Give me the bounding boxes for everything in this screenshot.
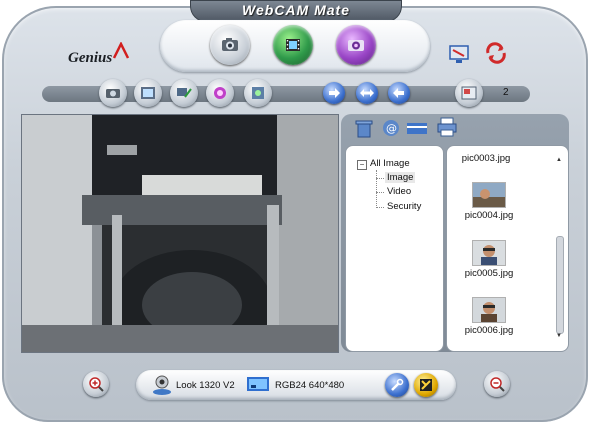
close-icon[interactable] [484,42,508,64]
page-count: 2 [503,87,509,98]
next-button[interactable] [323,82,345,104]
settings-button[interactable] [385,373,409,397]
snapshot-icon [106,89,120,98]
security-icon [348,40,364,51]
security-mode-button[interactable] [336,25,376,65]
scroll-up-arrow[interactable]: ▲ [556,157,562,163]
thumbnail-label[interactable]: pic0005.jpg [449,268,529,279]
effects-button[interactable] [206,79,234,107]
frame-button[interactable] [134,79,162,107]
zoom-out-button[interactable] [484,371,510,397]
thumbnail-label[interactable]: pic0003.jpg [446,153,526,164]
frame-icon [141,87,155,99]
thumbnail-list [446,145,569,352]
photo-edit-icon [177,88,192,98]
export-button[interactable] [244,79,272,107]
previous-button[interactable] [388,82,410,104]
printer-icon[interactable] [436,117,458,137]
tools-icon [420,379,432,391]
zoom-out-icon [490,377,505,392]
video-format-icon[interactable] [246,374,270,394]
thumbnail-label[interactable]: pic0006.jpg [449,325,529,336]
thumbnail-image[interactable] [472,240,506,266]
capture-mode-button[interactable] [210,25,250,65]
album-button[interactable] [455,79,483,107]
tree-item-security[interactable]: Security [387,201,421,212]
zoom-in-icon [89,377,104,392]
film-icon [286,39,300,51]
svg-text:@: @ [386,122,397,135]
window-title: WebCAM Mate [242,2,350,18]
scroll-down-arrow[interactable]: ▼ [556,333,562,339]
title-bar[interactable]: WebCAM Mate [190,0,402,22]
export-icon [252,87,264,99]
effects-icon [214,87,226,99]
scrollbar-thumb[interactable] [556,236,564,334]
card-icon[interactable] [406,118,428,138]
camera-preview[interactable] [21,114,339,353]
camera-frame-image [22,115,338,352]
photo-edit-button[interactable] [170,79,198,107]
mode-selector [160,20,430,72]
album-icon [461,86,477,100]
genius-logo: Genius [68,50,113,66]
webcam-device-icon[interactable] [150,374,174,396]
video-format: RGB24 640*480 [275,380,345,391]
arrow-left-icon [393,88,404,98]
tree-item-image[interactable]: Image [385,172,416,183]
swap-button[interactable] [356,82,378,104]
thumbnail-image[interactable] [472,182,506,208]
snapshot-button[interactable] [99,79,127,107]
camera-icon [222,38,238,51]
logo-swoosh-icon [112,42,130,59]
arrow-both-icon [360,89,374,97]
minimize-icon[interactable] [447,44,471,66]
properties-button[interactable] [414,373,438,397]
thumbnail-image[interactable] [472,297,506,323]
zoom-in-button[interactable] [83,371,109,397]
trash-icon[interactable] [353,118,375,138]
email-icon[interactable]: @ [380,118,402,138]
wrench-icon [391,378,404,391]
tree-collapse-toggle[interactable]: − [357,160,367,170]
tree-root[interactable]: All Image [370,158,410,169]
thumbnail-label[interactable]: pic0004.jpg [449,210,529,221]
device-name: Look 1320 V2 [176,380,235,391]
video-mode-button[interactable] [273,25,313,65]
tree-item-video[interactable]: Video [387,186,411,197]
arrow-right-icon [329,88,340,98]
